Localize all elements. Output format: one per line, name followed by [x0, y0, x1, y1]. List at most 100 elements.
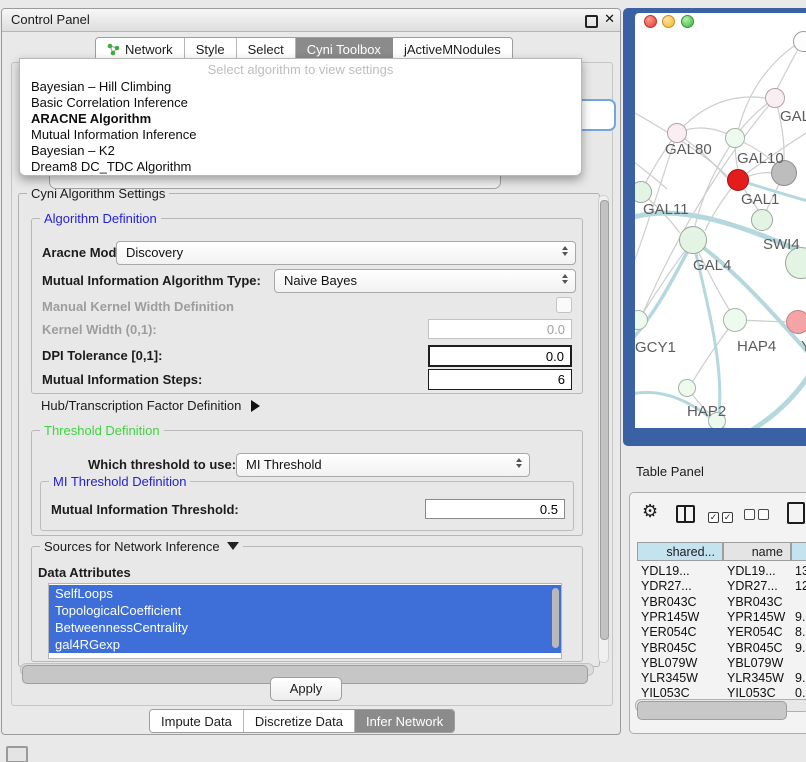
aracne-mode-select[interactable]: Discovery [116, 241, 576, 265]
float-window-icon[interactable] [585, 15, 598, 28]
network-node[interactable] [786, 310, 806, 334]
column-header-shared-name[interactable]: shared... [637, 542, 723, 561]
table-row[interactable]: YDR27...YDR27...12 [637, 579, 806, 595]
minimized-widget-button[interactable] [6, 746, 28, 762]
scrollbar-thumb[interactable] [637, 701, 787, 720]
scrollbar-thumb[interactable] [600, 200, 609, 640]
algorithm-option[interactable]: Basic Correlation Inference [31, 95, 188, 110]
selected-value: Naive Bayes [284, 273, 357, 288]
bottom-tabbar: Impute Data Discretize Data Infer Networ… [149, 709, 455, 733]
network-node-gal1[interactable] [751, 209, 773, 231]
algorithm-option[interactable]: Dream8 DC_TDC Algorithm [31, 159, 191, 174]
table-row[interactable]: YPR145WYPR145W9. [637, 610, 806, 626]
network-node-hap2[interactable] [678, 379, 696, 397]
group-title: Threshold Definition [40, 423, 164, 438]
tab-network[interactable]: Network [96, 38, 185, 60]
table-row[interactable]: YLR345WYLR345W9. [637, 671, 806, 687]
tab-impute-data[interactable]: Impute Data [150, 710, 244, 732]
tab-discretize-data[interactable]: Discretize Data [244, 710, 355, 732]
which-threshold-label: Which threshold to use: [88, 457, 236, 472]
table-row[interactable]: YDL19...YDL19...13 [637, 564, 806, 580]
tab-infer-network[interactable]: Infer Network [355, 710, 454, 732]
node-label: GAL4 [693, 257, 731, 274]
expand-right-icon[interactable] [251, 400, 260, 412]
popup-placeholder: Select algorithm to view settings [20, 62, 581, 77]
network-node-gal10[interactable] [725, 128, 745, 148]
control-panel-window: Control Panel ✕ Network Style Select [1, 8, 621, 735]
network-node-selected[interactable] [727, 169, 749, 191]
network-node-hap4[interactable] [723, 308, 747, 332]
tab-style[interactable]: Style [185, 38, 237, 60]
export-table-icon[interactable] [787, 502, 805, 524]
sources-toggle[interactable]: Sources for Network Inference [40, 539, 243, 554]
minimize-traffic-light[interactable] [662, 15, 675, 28]
deselect-all-checkboxes-icon[interactable] [744, 508, 772, 523]
settings-hscrollbar[interactable] [20, 663, 594, 676]
algorithm-option[interactable]: Bayesian – K2 [31, 143, 115, 158]
node-label: GAL [780, 108, 806, 125]
close-window-icon[interactable]: ✕ [604, 11, 615, 27]
hub-definition-label: Hub/Transcription Factor Definition [41, 398, 241, 413]
list-item[interactable]: gal4RGexp [49, 636, 561, 653]
selected-value: MI Threshold [246, 457, 322, 472]
network-icon [107, 43, 120, 56]
columns-icon[interactable] [676, 505, 695, 523]
node-label: GCY1 [635, 339, 676, 356]
table-hscrollbar[interactable] [635, 699, 806, 712]
mi-steps-label: Mutual Information Steps: [42, 372, 202, 387]
zoom-traffic-light[interactable] [681, 15, 694, 28]
mi-steps-input[interactable] [428, 369, 572, 390]
kernel-width-label: Kernel Width (0,1): [42, 322, 157, 337]
settings-vscrollbar[interactable] [598, 195, 609, 663]
algorithm-option[interactable]: Mutual Information Inference [31, 127, 196, 142]
mi-type-select[interactable]: Naive Bayes [274, 269, 576, 293]
network-node-gal80[interactable] [667, 123, 687, 143]
control-panel-titlebar[interactable]: Control Panel ✕ [2, 9, 620, 32]
list-scrollbar[interactable] [552, 588, 559, 648]
spinner-icon [562, 274, 568, 284]
table-row[interactable]: YBR043CYBR043C [637, 595, 806, 611]
group-title: MI Threshold Definition [49, 474, 190, 489]
network-view-window: GAL GAL80 GAL10 GAL1 GAL11 SWI4 GAL4 GCY… [623, 8, 806, 446]
which-threshold-select[interactable]: MI Threshold [236, 453, 530, 477]
manual-kernel-width-checkbox[interactable] [556, 297, 572, 313]
collapse-down-icon[interactable] [227, 542, 239, 550]
column-header-name[interactable]: name [723, 542, 791, 561]
column-header[interactable] [791, 542, 806, 561]
algorithm-option-selected[interactable]: ARACNE Algorithm [31, 111, 151, 126]
tab-label: Cyni Toolbox [307, 42, 381, 57]
gear-icon[interactable]: ⚙ [642, 501, 658, 522]
list-item[interactable]: SelfLoops [49, 585, 561, 602]
node-label: HAP2 [687, 403, 726, 420]
tab-cyni-toolbox[interactable]: Cyni Toolbox [296, 38, 393, 60]
node-label: SWI4 [763, 236, 800, 253]
node-label: HAP4 [737, 338, 776, 355]
algorithm-option[interactable]: Bayesian – Hill Climbing [31, 79, 171, 94]
table-row[interactable]: YER054CYER054C8. [637, 625, 806, 641]
table-panel-title: Table Panel [636, 464, 704, 479]
node-label: GAL10 [737, 150, 784, 167]
tab-select[interactable]: Select [237, 38, 296, 60]
network-node[interactable] [765, 88, 785, 108]
table-row[interactable]: YBL079WYBL079W [637, 656, 806, 672]
list-item[interactable]: BetweennessCentrality [49, 619, 561, 636]
tab-jactivemnodules[interactable]: jActiveMNodules [393, 38, 512, 60]
data-attributes-label: Data Attributes [38, 565, 131, 580]
dpi-tolerance-input[interactable] [428, 345, 572, 367]
network-canvas[interactable]: GAL GAL80 GAL10 GAL1 GAL11 SWI4 GAL4 GCY… [635, 13, 806, 428]
node-label: Y [801, 338, 806, 355]
sources-title: Sources for Network Inference [44, 539, 220, 554]
apply-button[interactable]: Apply [270, 677, 342, 701]
spinner-icon [516, 458, 522, 468]
threshold-definition-group: Threshold Definition Which threshold to … [31, 430, 583, 536]
select-all-checkboxes-icon[interactable]: ✓✓ [708, 508, 736, 523]
network-node-gal4[interactable] [679, 226, 707, 254]
kernel-width-input[interactable] [428, 319, 572, 339]
hub-definition-toggle[interactable]: Hub/Transcription Factor Definition [41, 398, 260, 413]
table-row[interactable]: YBR045CYBR045C9. [637, 641, 806, 657]
mi-threshold-input[interactable] [425, 499, 565, 519]
close-traffic-light[interactable] [644, 15, 657, 28]
list-item[interactable]: TopologicalCoefficient [49, 602, 561, 619]
mi-type-label: Mutual Information Algorithm Type: [42, 273, 261, 288]
tab-label: jActiveMNodules [404, 42, 501, 57]
